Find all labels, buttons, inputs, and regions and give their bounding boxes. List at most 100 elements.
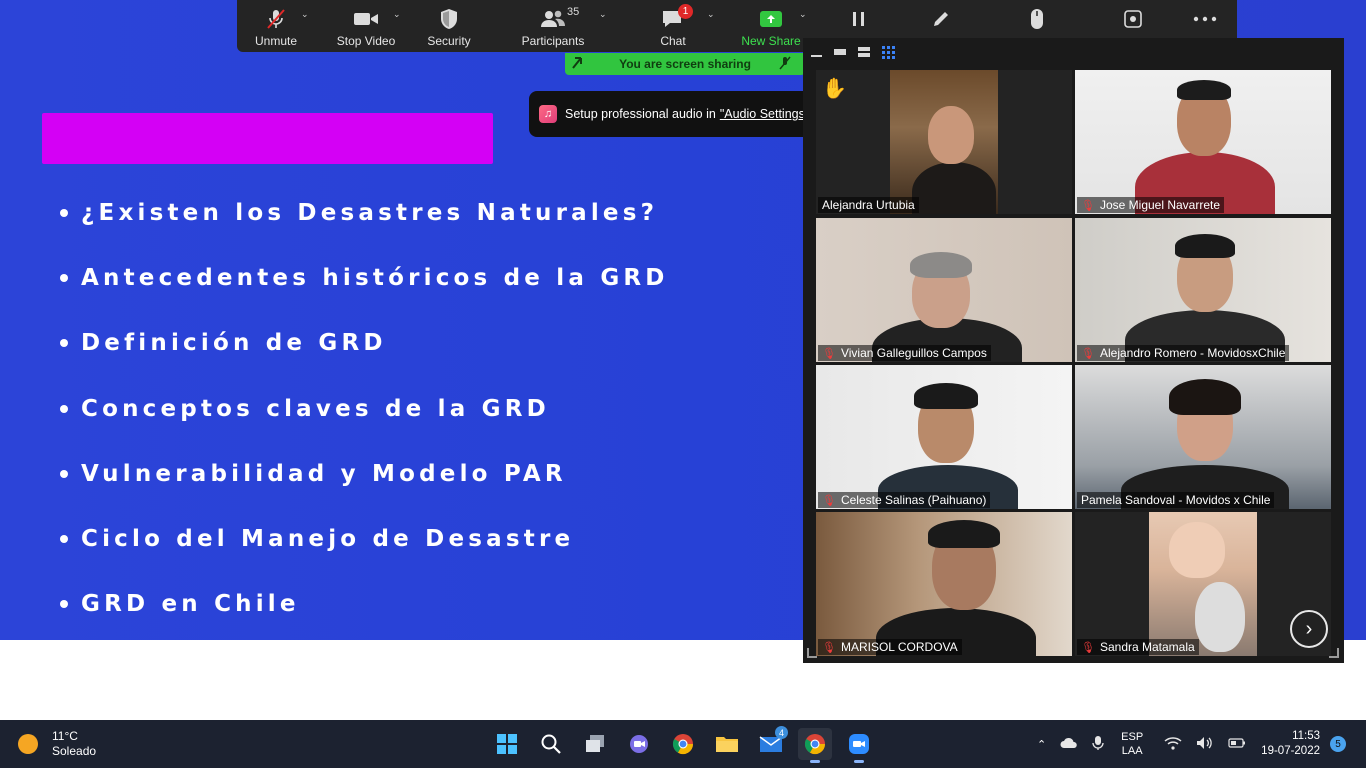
chrome-profile-button[interactable] (798, 728, 832, 763)
chevron-down-icon[interactable]: ⌄ (799, 9, 807, 20)
mouse-icon (1030, 8, 1044, 30)
audio-settings-tooltip: ♫ Setup professional audio in "Audio Set… (529, 91, 839, 137)
chevron-down-icon[interactable]: ⌄ (599, 9, 607, 20)
participants-icon (539, 8, 567, 30)
unmute-button[interactable]: ⌄ Unmute (243, 0, 309, 52)
participant-name-text: Jose Miguel Navarrete (1099, 198, 1221, 212)
muted-microphone-icon (779, 56, 791, 73)
file-explorer-button[interactable] (710, 728, 744, 760)
language-indicator[interactable]: ESP LAA (1121, 730, 1143, 758)
chrome-icon (804, 734, 826, 755)
person-face (928, 106, 974, 164)
bullet-dot-icon (60, 404, 68, 413)
audio-tip-text: Setup professional audio in (565, 107, 716, 121)
bullet-item: GRD en Chile (60, 572, 669, 637)
chevron-down-icon[interactable]: ⌄ (707, 9, 715, 20)
person-hair (1175, 234, 1235, 258)
bullet-dot-icon (60, 469, 68, 478)
search-button[interactable] (534, 728, 568, 760)
music-note-icon: ♫ (539, 105, 557, 123)
bullet-dot-icon (60, 273, 68, 282)
person-hair (1177, 80, 1231, 100)
security-button[interactable]: Security (423, 0, 475, 52)
bullet-item: Conceptos claves de la GRD (60, 376, 669, 441)
bullet-item: Ciclo del Manejo de Desastre (60, 506, 669, 571)
participants-label: Participants (521, 34, 585, 48)
bullet-text: GRD en Chile (81, 591, 300, 618)
new-share-button[interactable]: ⌄ New Share (739, 0, 806, 52)
weather-temperature: 11°C (52, 729, 78, 743)
resize-handle-icon[interactable] (807, 648, 817, 658)
participant-tile[interactable]: ✋ Alejandra Urtubia (816, 70, 1072, 214)
windows-taskbar: 11°C Soleado 4 ⌃ ESP LAA 11:53 19-07-202… (0, 720, 1366, 768)
strip-view-icon[interactable] (858, 47, 870, 57)
next-page-button[interactable]: › (1290, 610, 1328, 648)
chat-icon (630, 735, 648, 753)
video-gallery-panel: ✋ Alejandra Urtubia 🎙︎ Jose Miguel Navarr… (803, 38, 1344, 663)
notification-badge[interactable]: 5 (1330, 736, 1346, 752)
person-hair (910, 252, 972, 278)
bullet-dot-icon (60, 339, 68, 348)
task-view-button[interactable] (578, 728, 612, 760)
slide-title-bar (42, 113, 493, 164)
person-face (1195, 582, 1245, 652)
more-dots-icon (1193, 8, 1217, 30)
person-hair (1169, 379, 1241, 415)
chrome-button[interactable] (666, 728, 700, 760)
participant-tile[interactable]: 🎙︎ Alejandro Romero - MovidosxChile (1075, 218, 1331, 362)
weather-description: Soleado (52, 744, 97, 758)
participant-tile[interactable]: 🎙︎ Vivian Galleguillos Campos (816, 218, 1072, 362)
chevron-down-icon[interactable]: ⌄ (393, 9, 401, 20)
teams-chat-button[interactable] (622, 728, 656, 760)
taskbar-apps: 4 (490, 726, 876, 763)
clock-time: 11:53 (1292, 730, 1320, 742)
start-button[interactable] (490, 728, 524, 760)
bullet-text: Ciclo del Manejo de Desastre (81, 526, 575, 553)
chevron-up-icon[interactable]: ⌃ (1037, 738, 1046, 751)
bullet-text: Vulnerabilidad y Modelo PAR (81, 460, 567, 487)
search-icon (541, 734, 561, 754)
resize-handle-icon[interactable] (1329, 648, 1339, 658)
participant-name-text: Alejandra Urtubia (822, 198, 915, 212)
chat-bubble-icon: 1 (661, 4, 693, 30)
battery-icon[interactable] (1228, 737, 1246, 751)
participant-tile[interactable]: 🎙︎ Celeste Salinas (Paihuano) (816, 365, 1072, 509)
wifi-icon[interactable] (1164, 736, 1182, 753)
minimize-view-icon[interactable] (811, 55, 822, 57)
system-tray: ⌃ ESP LAA 11:53 19-07-2022 5 (1030, 720, 1366, 768)
chat-unread-badge: 1 (678, 4, 693, 19)
participant-name: 🎙︎ Alejandro Romero - MovidosxChile (1077, 345, 1290, 361)
view-switcher (811, 44, 895, 60)
raised-hand-icon: ✋ (822, 78, 847, 100)
mail-button[interactable]: 4 (754, 726, 788, 760)
volume-icon[interactable] (1196, 736, 1214, 753)
microphone-icon[interactable] (1092, 735, 1104, 754)
bullet-item: Antecedentes históricos de la GRD (60, 245, 669, 310)
stop-video-label: Stop Video (336, 34, 396, 48)
speaker-view-icon[interactable] (834, 49, 846, 55)
stop-video-button[interactable]: ⌄ Stop Video (331, 0, 401, 52)
participant-count: 35 (567, 6, 580, 18)
screen-sharing-banner[interactable]: You are screen sharing (565, 53, 805, 75)
shield-icon (439, 8, 459, 30)
gallery-view-icon[interactable] (882, 45, 895, 59)
participant-tile[interactable]: Pamela Sandoval - Movidos x Chile (1075, 365, 1331, 509)
zoom-button[interactable] (842, 728, 876, 763)
chevron-down-icon[interactable]: ⌄ (301, 9, 309, 20)
participants-button[interactable]: 35 ⌄ Participants (519, 0, 607, 52)
participant-tile[interactable]: 🎙︎ MARISOL CORDOVA (816, 512, 1072, 656)
audio-settings-link[interactable]: "Audio Settings" (720, 107, 809, 121)
chat-button[interactable]: 1 ⌄ Chat (655, 0, 715, 52)
folder-icon (716, 737, 738, 752)
bullet-text: Antecedentes históricos de la GRD (81, 264, 669, 291)
weather-widget[interactable]: 11°C Soleado (18, 729, 96, 759)
participant-name: Alejandra Urtubia (818, 197, 919, 213)
participant-name: 🎙︎ Jose Miguel Navarrete (1077, 197, 1225, 213)
share-arrow-icon (571, 56, 583, 73)
participant-name-text: Vivian Galleguillos Campos (840, 346, 987, 360)
participant-name: 🎙︎ MARISOL CORDOVA (818, 639, 962, 655)
onedrive-cloud-icon[interactable] (1060, 737, 1078, 752)
system-clock[interactable]: 11:53 19-07-2022 (1261, 729, 1320, 759)
apps-icon (1123, 8, 1143, 30)
participant-tile[interactable]: 🎙︎ Jose Miguel Navarrete (1075, 70, 1331, 214)
